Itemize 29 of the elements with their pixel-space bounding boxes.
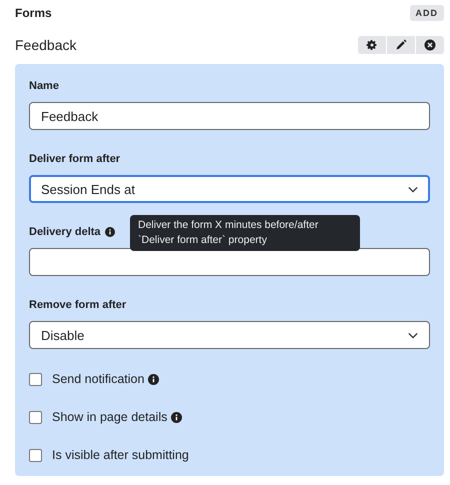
select-field[interactable]: Session Ends at [29, 175, 430, 203]
settings-icon [366, 39, 378, 51]
text-field[interactable] [29, 248, 430, 276]
info-icon [104, 227, 115, 237]
field-label: Remove form after [29, 299, 126, 311]
delete-button[interactable] [416, 36, 444, 54]
checkbox-label: Show in page details [52, 410, 168, 424]
pencil-icon [395, 39, 407, 51]
edit-button[interactable] [387, 36, 415, 54]
close-icon [424, 39, 436, 51]
settings-button[interactable] [358, 36, 386, 54]
field-label: Name [29, 80, 59, 92]
field-label: Deliver form after [29, 153, 120, 165]
section-title: Forms [15, 6, 52, 20]
field-label: Delivery delta [29, 226, 101, 238]
text-field[interactable]: Feedback [29, 102, 430, 130]
add-button[interactable]: ADD [410, 5, 444, 21]
select-field[interactable]: Disable [29, 321, 430, 349]
info-icon [171, 412, 182, 422]
chevron-down-icon [408, 186, 418, 192]
chevron-down-icon [408, 332, 418, 338]
tooltip: Deliver the form X minutes before/after `Deliver form after` property [130, 215, 360, 251]
checkbox-label: Is visible after submitting [52, 448, 189, 462]
info-icon [148, 374, 160, 384]
checkbox-label: Send notification [52, 372, 144, 386]
form-name: Feedback [15, 37, 76, 53]
checkbox[interactable] [29, 448, 42, 462]
checkbox[interactable] [29, 410, 42, 424]
checkbox[interactable] [29, 372, 42, 386]
